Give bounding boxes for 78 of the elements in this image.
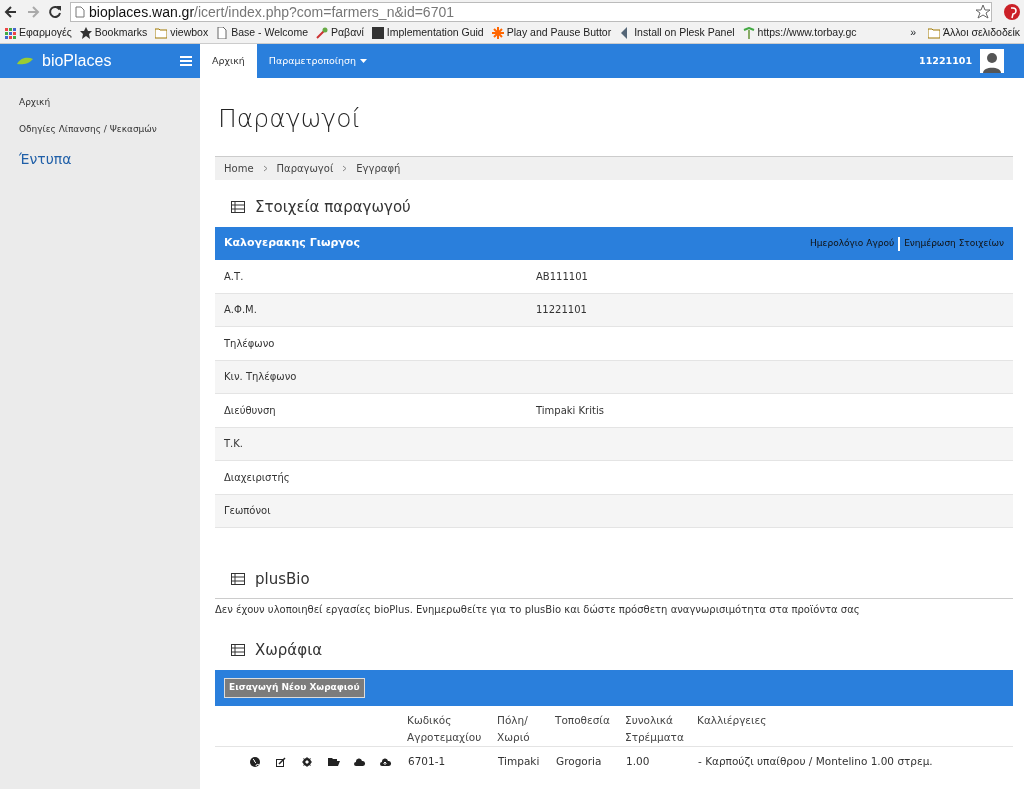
folder-icon	[928, 27, 940, 39]
tool-icon	[316, 27, 329, 39]
table-cell: Timpaki	[497, 746, 555, 778]
field-label: Τηλέφωνο	[223, 336, 276, 351]
info-message: Δεν έχουν υλοποιηθεί εργασίες bioPlus. Ενημερωθείτε για το plusBio και δώστε πρόσθετη αναγνωρισιμότητα στα προϊόντα σας	[215, 597, 1013, 617]
field-value: AB111101	[536, 269, 588, 284]
folder-icon	[155, 27, 168, 39]
column-header: Κωδικός Αγροτεμαχίου	[407, 706, 497, 747]
breadcrumb-link[interactable]: Εγγραφή	[356, 160, 401, 176]
field-label: Α.Τ.	[223, 269, 245, 284]
leaf-icon	[16, 56, 34, 66]
breadcrumb-link[interactable]: Home	[224, 160, 254, 176]
address-bar[interactable]: bioplaces.wan.gr/icert/index.php?com=farmers_n&id=6701	[70, 1, 992, 22]
page-title: Παραγωγοί	[218, 103, 363, 135]
chevron-icon	[262, 164, 268, 172]
bookmark-link[interactable]: Άλλοι σελιδοδείκ	[943, 25, 1020, 41]
field-label: Διεύθυνση	[223, 403, 277, 418]
column-header: Τοποθεσία	[555, 706, 625, 747]
add-field-button[interactable]: Εισαγωγή Νέου Χωραφιού	[224, 678, 365, 698]
section-title: Στοιχεία παραγωγού	[255, 196, 411, 218]
page-icon	[216, 27, 229, 39]
cloud-icon[interactable]	[354, 756, 366, 767]
reload-icon[interactable]	[48, 4, 62, 19]
column-header: Καλλιέργειες	[697, 706, 1013, 747]
sidebar-link[interactable]: Αρχική	[19, 96, 181, 110]
table-cell: 6701-1	[407, 746, 497, 778]
field-label: Τ.Κ.	[223, 437, 245, 452]
table-cell: - Καρπούζι υπαίθρου / Montelino 1.00 στρεμ.	[697, 746, 1013, 778]
menu-icon[interactable]	[180, 56, 192, 66]
breadcrumb-link[interactable]: Παραγωγοί	[276, 160, 334, 176]
column-header: Συνολικά Στρέμματα	[625, 706, 697, 747]
brand-name[interactable]: bioPlaces	[42, 49, 112, 73]
column-header: Πόλη/ Χωριό	[497, 706, 555, 747]
more-bookmarks[interactable]: »	[902, 25, 924, 41]
field-label: Α.Φ.Μ.	[223, 303, 258, 318]
avatar-icon[interactable]	[980, 49, 1004, 73]
back-icon[interactable]	[4, 4, 18, 19]
header-link[interactable]: Ημερολόγιο Αγρού	[810, 236, 895, 251]
table-icon	[231, 573, 245, 586]
table-icon	[231, 643, 245, 656]
gear-icon[interactable]	[302, 756, 314, 767]
bookmark-link[interactable]: Install on Plesk Panel	[634, 25, 735, 41]
sidebar-link[interactable]: Οδηγίες Λίπανσης / Ψεκασμών	[19, 122, 181, 136]
table-icon	[231, 200, 245, 213]
cloud-upload-icon[interactable]	[380, 756, 392, 767]
table-cell: 1.00	[625, 746, 697, 778]
producer-name: Καλογερακης Γιωργος	[224, 235, 360, 252]
bookmark-link[interactable]: Play and Pause Buttor	[506, 25, 612, 41]
chevron-icon	[342, 164, 348, 172]
field-label: Γεωπόνοι	[223, 504, 272, 519]
edit-icon[interactable]	[276, 756, 288, 767]
page-icon	[75, 5, 85, 18]
palm-tree-icon	[742, 27, 755, 39]
header-link[interactable]: Ενημέρωση Στοιχείων	[904, 236, 1004, 251]
star-icon[interactable]	[975, 3, 991, 20]
table-cell: Grogoria	[555, 746, 625, 778]
nav-tab[interactable]: Παραμετροποίηση	[256, 44, 380, 78]
user-id[interactable]: 11221101	[919, 53, 972, 69]
nav-tab[interactable]: Αρχική	[200, 44, 257, 78]
star-icon	[79, 27, 92, 39]
section-title: Χωράφια	[255, 639, 323, 661]
bookmark-link[interactable]: Εφαρμογές	[19, 25, 72, 41]
section-title: plusBio	[255, 569, 310, 590]
sidebar-heading[interactable]: Έντυπα	[19, 149, 181, 170]
bookmark-link[interactable]: https://www.torbay.gc	[757, 25, 857, 41]
field-label: Διαχειριστής	[223, 470, 291, 485]
folder-icon[interactable]	[328, 756, 340, 767]
field-label: Κιν. Τηλέφωνο	[223, 370, 298, 385]
square-icon	[371, 27, 384, 39]
asterisk-icon	[491, 27, 504, 39]
bookmark-link[interactable]: Base - Welcome	[231, 25, 309, 41]
apps-icon	[4, 27, 16, 39]
bookmark-link[interactable]: viewbox	[170, 25, 209, 41]
bookmark-link[interactable]: Ραβανί	[331, 25, 364, 41]
bookmark-link[interactable]: Implementation Guid	[386, 25, 484, 41]
field-value: Timpaki Kritis	[536, 403, 604, 418]
bookmark-link[interactable]: Bookmarks	[94, 25, 148, 41]
field-value: 11221101	[536, 303, 587, 318]
